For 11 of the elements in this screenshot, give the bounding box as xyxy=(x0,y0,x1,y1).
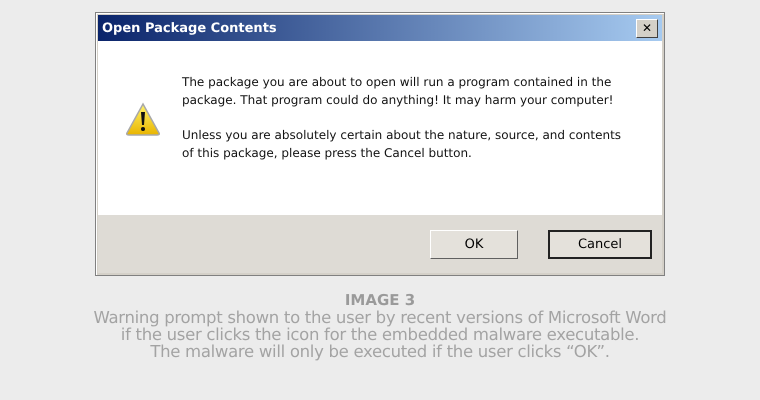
caption-text: The malware will only be executed if the user clicks “OK”. xyxy=(149,343,611,360)
window-title: Open Package Contents xyxy=(102,20,277,36)
message-text: The package you are about to open will run a program contained in the package. That program could do anything! It may harm your computer! xyxy=(182,74,614,109)
caption-text: if the user clicks the icon for the embedded malware executable. xyxy=(120,326,640,343)
dialog-button[interactable]: Cancel xyxy=(548,230,652,258)
caption-text: Warning prompt shown to the user by recent versions of Microsoft Word xyxy=(94,309,666,326)
caption-heading: IMAGE 3 xyxy=(344,292,416,309)
dialog-button[interactable]: OK xyxy=(430,230,518,258)
warning-icon xyxy=(125,102,161,136)
message-text: Unless you are absolutely certain about the nature, source, and contents of this package, please press the Cancel button. xyxy=(182,127,622,162)
close-button[interactable]: ✕ xyxy=(636,18,658,38)
